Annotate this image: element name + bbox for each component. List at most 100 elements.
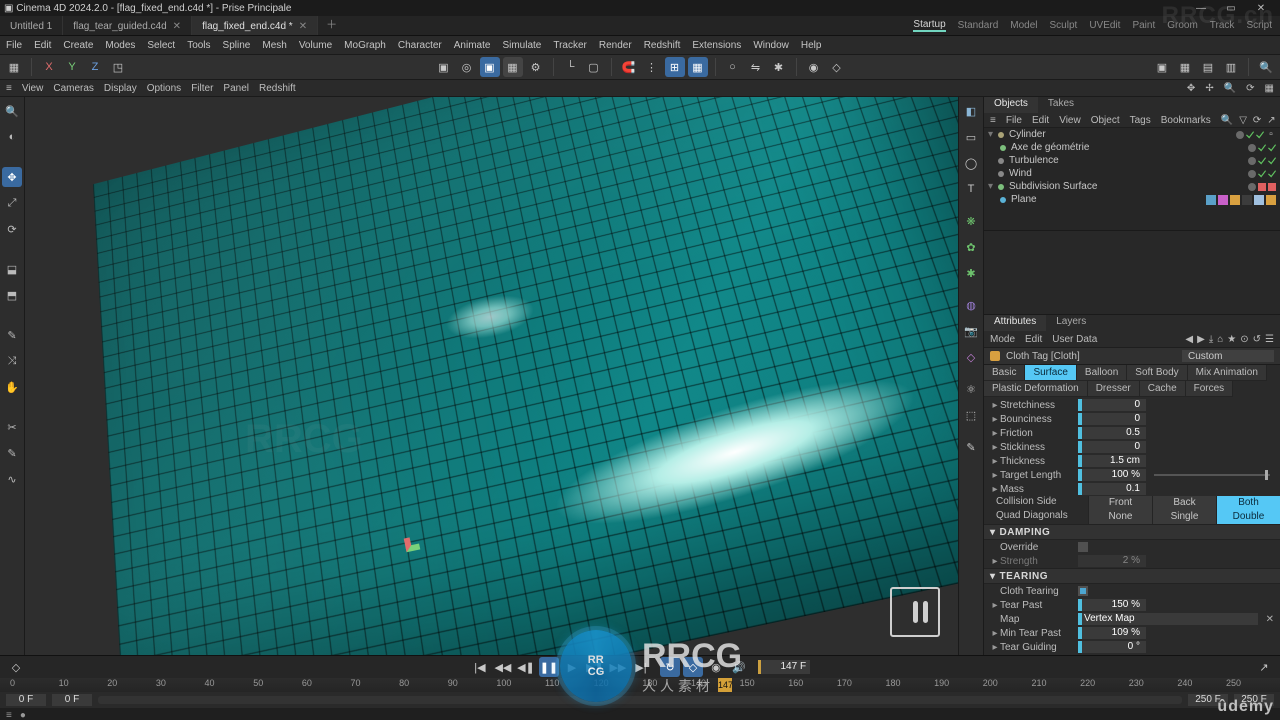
enable-check-icon[interactable]: [1268, 170, 1276, 178]
main-menu-item[interactable]: Create: [63, 40, 93, 51]
visibility-dot-icon[interactable]: [1248, 144, 1256, 152]
expand-arrow-icon[interactable]: ▸: [990, 642, 1000, 653]
object-manager-icon[interactable]: ▣: [1152, 57, 1172, 77]
hamburger-icon[interactable]: ≡: [990, 115, 996, 126]
current-frame-field[interactable]: 147 F: [758, 660, 810, 674]
render-active-view-icon[interactable]: ◎: [457, 57, 477, 77]
expand-toggle-icon[interactable]: ▾: [988, 129, 998, 140]
visibility-dot-icon[interactable]: [1248, 157, 1256, 165]
expand-arrow-icon[interactable]: ▸: [990, 484, 1000, 495]
filter-icon[interactable]: ▽: [1239, 115, 1247, 126]
main-menu-item[interactable]: Mesh: [262, 40, 286, 51]
object-row[interactable]: Turbulence: [984, 154, 1280, 167]
asset-browser-icon[interactable]: ▥: [1221, 57, 1241, 77]
snap-grid-icon[interactable]: ⊞: [665, 57, 685, 77]
main-menu-item[interactable]: Select: [147, 40, 175, 51]
soft-selection-icon[interactable]: ○: [723, 57, 743, 77]
object-row[interactable]: Plane: [984, 193, 1280, 206]
expand-arrow-icon[interactable]: ▸: [990, 456, 1000, 467]
seg-option[interactable]: Front: [1088, 496, 1152, 510]
objects-tab[interactable]: Objects: [984, 97, 1038, 113]
new-tab-button[interactable]: ＋: [318, 16, 345, 35]
axis-x-toggle[interactable]: X: [39, 57, 59, 77]
viewport-nav-pan-icon[interactable]: ✥: [1187, 83, 1195, 94]
workspace-tab[interactable]: Paint: [1132, 20, 1155, 31]
enable-check-icon[interactable]: [1258, 157, 1266, 165]
tag-icon[interactable]: ▫: [1266, 129, 1276, 140]
clear-field-icon[interactable]: ✕: [1266, 614, 1274, 625]
nav-more-icon[interactable]: ☰: [1265, 334, 1274, 345]
prop-value[interactable]: 0: [1078, 399, 1146, 411]
expand-arrow-icon[interactable]: ▸: [990, 556, 1000, 567]
document-tab[interactable]: flag_fixed_end.c4d * ✕: [192, 16, 318, 35]
tag-icon[interactable]: [1230, 195, 1240, 205]
snap-point-icon[interactable]: ⋮: [642, 57, 662, 77]
enable-check-icon[interactable]: [1268, 144, 1276, 152]
workspace-tab[interactable]: Startup: [913, 19, 945, 32]
main-menu-item[interactable]: Help: [801, 40, 822, 51]
attr-menu-item[interactable]: User Data: [1052, 334, 1097, 345]
snap-guide-icon[interactable]: ▦: [688, 57, 708, 77]
loop-button[interactable]: ↻: [660, 657, 680, 677]
subtab[interactable]: Dresser: [1088, 381, 1140, 397]
auto-key-icon[interactable]: ◉: [804, 57, 824, 77]
view-menu-item[interactable]: View: [22, 83, 44, 94]
pause-button[interactable]: ❚❚: [539, 657, 559, 677]
pin-icon[interactable]: ⟳: [1253, 115, 1261, 126]
object-row[interactable]: ▾ Subdivision Surface: [984, 180, 1280, 193]
main-menu-item[interactable]: Animate: [454, 40, 491, 51]
main-menu-item[interactable]: File: [6, 40, 22, 51]
brush-tool-icon[interactable]: ✎: [2, 325, 22, 345]
subtab[interactable]: Mix Animation: [1188, 365, 1267, 381]
visibility-dot-icon[interactable]: [1248, 183, 1256, 191]
subtab[interactable]: Surface: [1025, 365, 1076, 381]
record-button[interactable]: ◉: [706, 657, 726, 677]
main-menu-item[interactable]: Tools: [187, 40, 210, 51]
node-editor-icon[interactable]: ▤: [1198, 57, 1218, 77]
visibility-dot-icon[interactable]: [1236, 131, 1244, 139]
simulation-icon[interactable]: ⚛: [961, 379, 981, 399]
view-menu-item[interactable]: Filter: [191, 83, 213, 94]
map-field[interactable]: Vertex Map: [1078, 613, 1258, 625]
disable-x-icon[interactable]: [1268, 183, 1276, 191]
play-button[interactable]: ▶: [562, 657, 582, 677]
range-start-field[interactable]: 0 F: [6, 694, 46, 706]
view-menu-item[interactable]: Panel: [223, 83, 249, 94]
nav-fwd-icon[interactable]: ▶: [1197, 334, 1205, 345]
range-track[interactable]: [98, 696, 1182, 704]
seg-option[interactable]: None: [1088, 510, 1152, 524]
object-row[interactable]: ▾ Cylinder ▫: [984, 128, 1280, 141]
rotate-tool-icon[interactable]: ⟳: [2, 219, 22, 239]
spline-pen-tool-icon[interactable]: ✎: [2, 443, 22, 463]
enable-check-icon[interactable]: [1258, 170, 1266, 178]
preset-dropdown[interactable]: Custom: [1182, 350, 1274, 362]
plane-primitive-icon[interactable]: ▭: [961, 127, 981, 147]
object-tree[interactable]: ▾ Cylinder ▫ Axe de géométrie Turbulence: [984, 128, 1280, 231]
prop-value[interactable]: 109 %: [1078, 627, 1146, 639]
expand-arrow-icon[interactable]: ▸: [990, 470, 1000, 481]
main-menu-item[interactable]: Render: [599, 40, 632, 51]
view-menu-item[interactable]: Redshift: [259, 83, 296, 94]
camera-icon[interactable]: 📷: [961, 321, 981, 341]
nav-back-icon[interactable]: ◀: [1185, 334, 1193, 345]
keyframe-marker-icon[interactable]: ◇: [6, 657, 26, 677]
workspace-tab[interactable]: UVEdit: [1089, 20, 1120, 31]
attr-menu-item[interactable]: Mode: [990, 334, 1015, 345]
expand-toggle-icon[interactable]: ▾: [988, 181, 998, 192]
damping-section[interactable]: ▾DAMPING: [984, 524, 1280, 540]
workspace-tab[interactable]: Standard: [958, 20, 999, 31]
view-menu-item[interactable]: Options: [147, 83, 181, 94]
sculpt-tool-icon[interactable]: ✋: [2, 377, 22, 397]
main-menu-item[interactable]: Tracker: [553, 40, 587, 51]
prop-value[interactable]: 0 °: [1078, 641, 1146, 653]
prop-value[interactable]: 0.5: [1078, 427, 1146, 439]
viewport[interactable]: RRCG: [25, 97, 959, 655]
locked-workplane-icon[interactable]: └: [561, 57, 581, 77]
symmetry-icon[interactable]: ⇋: [746, 57, 766, 77]
prop-value[interactable]: 0: [1078, 413, 1146, 425]
enable-check-icon[interactable]: [1246, 131, 1254, 139]
fields-icon[interactable]: ✱: [961, 263, 981, 283]
nav-refresh-icon[interactable]: ↺: [1253, 334, 1261, 345]
tearing-section[interactable]: ▾TEARING: [984, 568, 1280, 584]
main-menu-item[interactable]: Character: [398, 40, 442, 51]
